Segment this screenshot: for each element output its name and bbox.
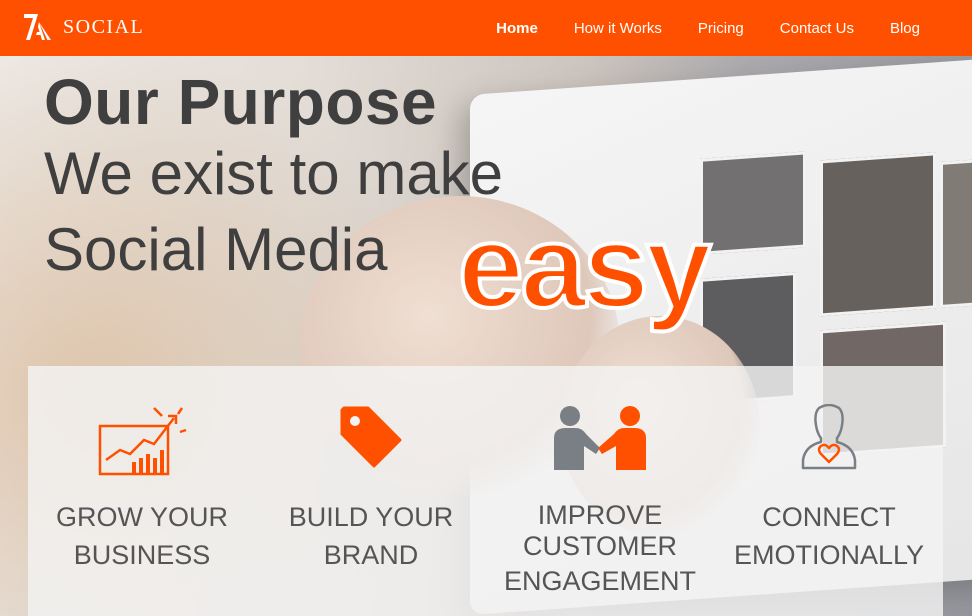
feature-label-line-1: BUILD YOUR [288,502,454,532]
hero-title: Our Purpose [44,66,438,138]
feature-label-line-1: CONNECT [762,502,896,532]
logo-text: SOCIAL [63,15,145,38]
nav-pricing[interactable]: Pricing [698,20,744,37]
feature-label-line-2: EMOTIONALLY [733,540,925,570]
main-nav: Home How it Works Pricing Contact Us Blo… [460,0,920,56]
logo[interactable]: SOCIAL [22,10,144,44]
feature-label-line-1: IMPROVE [537,500,663,530]
feature-label-line-1: GROW YOUR [55,502,228,532]
hero-line-1: We exist to make [44,140,504,207]
nav-home[interactable]: Home [496,20,538,37]
hero-line-2: Social Media [44,216,388,283]
price-tag-icon [340,406,402,468]
feature-label-line-2: CUSTOMER [522,531,677,561]
features-panel: GROW YOUR BUSINESS BUILD YOUR BRAND IMPR… [28,366,943,616]
person-heart-icon [801,404,857,470]
nav-contact-us[interactable]: Contact Us [780,20,854,37]
site-header: SOCIAL Home How it Works Pricing Contact… [0,0,972,56]
feature-label-line-2: BRAND [323,540,419,570]
hero-text: Our Purpose We exist to make Social Medi… [44,68,503,288]
nav-blog[interactable]: Blog [890,20,920,37]
nav-how-it-works[interactable]: How it Works [574,20,662,37]
hero-highlight-word: easy [456,201,714,333]
feature-label-line-3: ENGAGEMENT [503,566,697,596]
growth-chart-icon [98,407,187,476]
logo-mark-icon [24,14,51,40]
handshake-people-icon [554,406,646,470]
feature-label-line-2: BUSINESS [73,540,211,570]
